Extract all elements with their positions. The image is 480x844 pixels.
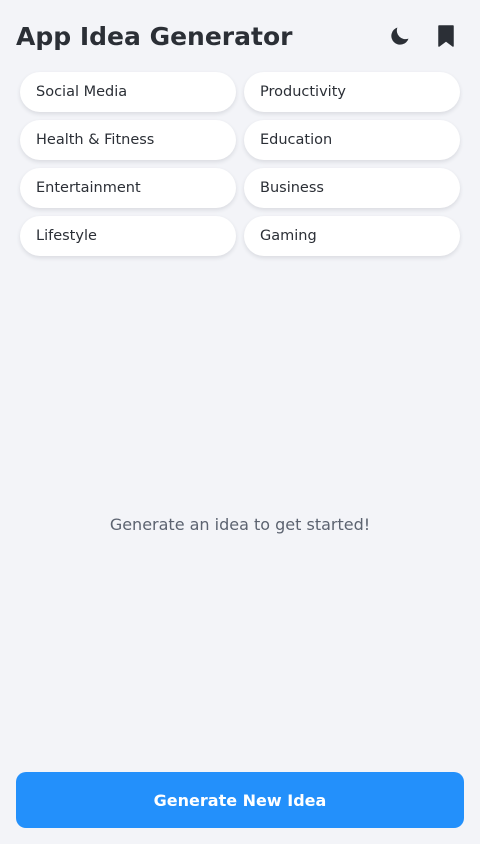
category-chip-entertainment[interactable]: Entertainment <box>20 168 236 208</box>
category-chip-education[interactable]: Education <box>244 120 460 160</box>
empty-state-message: Generate an idea to get started! <box>109 515 371 534</box>
app-header: App Idea Generator <box>16 14 464 58</box>
page-title: App Idea Generator <box>16 21 293 51</box>
category-chip-social-media[interactable]: Social Media <box>20 72 236 112</box>
generate-idea-button[interactable]: Generate New Idea <box>16 772 464 828</box>
dark-mode-toggle[interactable] <box>384 20 416 52</box>
category-chip-business[interactable]: Business <box>244 168 460 208</box>
category-chip-health-fitness[interactable]: Health & Fitness <box>20 120 236 160</box>
header-actions <box>384 20 462 52</box>
category-chip-productivity[interactable]: Productivity <box>244 72 460 112</box>
moon-icon <box>391 27 409 45</box>
category-chip-gaming[interactable]: Gaming <box>244 216 460 256</box>
category-grid: Social Media Productivity Health & Fitne… <box>20 72 460 256</box>
bookmark-icon <box>438 25 454 47</box>
saved-ideas-button[interactable] <box>430 20 462 52</box>
category-chip-lifestyle[interactable]: Lifestyle <box>20 216 236 256</box>
